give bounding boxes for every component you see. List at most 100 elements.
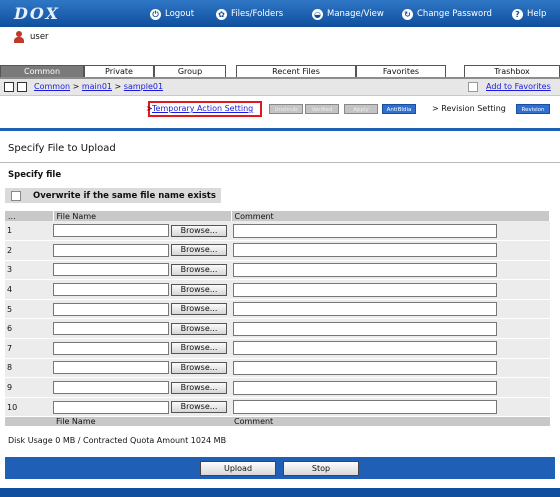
- page-title: Specify File to Upload: [8, 143, 116, 154]
- file-name-input[interactable]: [53, 400, 169, 414]
- file-cell: Browse...: [53, 221, 231, 242]
- bottom-action-bar: Upload Stop: [5, 457, 555, 479]
- browse-button[interactable]: Browse...: [171, 283, 227, 296]
- comment-cell: [231, 240, 550, 261]
- help-link[interactable]: ? Help: [512, 7, 546, 21]
- comment-cell: [231, 397, 550, 418]
- app-logo: DOX: [14, 4, 60, 23]
- browse-button[interactable]: Browse...: [171, 244, 227, 257]
- browse-button[interactable]: Browse...: [171, 361, 227, 374]
- file-name-input[interactable]: [53, 381, 169, 395]
- file-cell: Browse...: [53, 397, 231, 418]
- overwrite-option[interactable]: Overwrite if the same file name exists: [5, 188, 221, 203]
- file-cell: Browse...: [53, 338, 231, 359]
- chip-unshrub[interactable]: Unshrub: [269, 104, 303, 114]
- manage-view-link[interactable]: ◒ Manage/View: [312, 7, 384, 21]
- comment-cell: [231, 260, 550, 281]
- file-name-input[interactable]: [53, 361, 169, 375]
- table-row: 1 Browse...: [5, 221, 550, 242]
- comment-input[interactable]: [233, 400, 497, 415]
- browse-button[interactable]: Browse...: [171, 381, 227, 394]
- col-number: ...: [5, 211, 54, 221]
- comment-input[interactable]: [233, 321, 497, 336]
- files-folders-label: Files/Folders: [231, 9, 284, 19]
- browse-button[interactable]: Browse...: [171, 401, 227, 414]
- comment-input[interactable]: [233, 243, 497, 258]
- specify-file-label: Specify file: [8, 170, 62, 180]
- file-name-input[interactable]: [53, 224, 169, 238]
- comment-input[interactable]: [233, 282, 497, 297]
- table-row: 9 Browse...: [5, 377, 550, 398]
- file-name-input[interactable]: [53, 302, 169, 316]
- revision-setting-label: > Revision Setting: [432, 104, 506, 113]
- overwrite-label: Overwrite if the same file name exists: [33, 190, 216, 201]
- row-number: 4: [5, 279, 53, 300]
- file-name-input[interactable]: [53, 322, 169, 336]
- comment-cell: [231, 221, 550, 242]
- browse-button[interactable]: Browse...: [171, 224, 227, 237]
- col-comment: Comment: [231, 211, 550, 221]
- files-folders-link[interactable]: ✿ Files/Folders: [216, 7, 283, 21]
- breadcrumb-common[interactable]: Common: [34, 82, 70, 91]
- top-bar: DOX ⏻ Logout ✿ Files/Folders ◒ Manage/Vi…: [0, 0, 560, 27]
- footer-blank: [5, 416, 53, 428]
- chip-varified[interactable]: Varified: [305, 104, 339, 114]
- comment-input[interactable]: [233, 223, 497, 238]
- table-row: 2 Browse...: [5, 240, 550, 261]
- temporary-action-setting-link[interactable]: Temporary Action Setting: [152, 104, 253, 113]
- browse-button[interactable]: Browse...: [171, 322, 227, 335]
- add-favorites-icon[interactable]: [468, 82, 478, 92]
- folder-tree-icon[interactable]: [4, 82, 14, 92]
- chip-antibidia[interactable]: AntiBIdia: [382, 104, 416, 114]
- folder-view-icon[interactable]: [17, 82, 27, 92]
- row-number: 3: [5, 260, 53, 281]
- chip-apply[interactable]: Apply: [344, 104, 378, 114]
- breadcrumb-bar: Common > main01 > sample01 Add to Favori…: [0, 79, 560, 96]
- file-name-input[interactable]: [53, 263, 169, 277]
- breadcrumb-sample01[interactable]: sample01: [124, 82, 163, 91]
- file-cell: Browse...: [53, 299, 231, 320]
- comment-input[interactable]: [233, 380, 497, 395]
- manage-view-label: Manage/View: [327, 9, 384, 19]
- file-cell: Browse...: [53, 318, 231, 340]
- browse-button[interactable]: Browse...: [171, 342, 227, 355]
- breadcrumb-separator: >: [72, 82, 80, 91]
- table-row: 3 Browse...: [5, 260, 550, 281]
- browse-button[interactable]: Browse...: [171, 263, 227, 276]
- disk-usage: Disk Usage 0 MB / Contracted Quota Amoun…: [8, 436, 227, 445]
- footer-comment: Comment: [231, 416, 550, 428]
- logout-label: Logout: [165, 9, 195, 19]
- files-folders-icon: ✿: [216, 8, 227, 20]
- comment-cell: [231, 279, 550, 300]
- row-number: 7: [5, 338, 53, 359]
- table-row: 7 Browse...: [5, 338, 550, 359]
- browse-button[interactable]: Browse...: [171, 303, 227, 316]
- logout-link[interactable]: ⏻ Logout: [150, 7, 194, 21]
- file-name-input[interactable]: [53, 243, 169, 257]
- file-name-input[interactable]: [53, 341, 169, 355]
- file-cell: Browse...: [53, 260, 231, 281]
- file-cell: Browse...: [53, 358, 231, 379]
- table-row: 4 Browse...: [5, 279, 550, 300]
- stop-button[interactable]: Stop: [283, 461, 359, 476]
- overwrite-checkbox[interactable]: [11, 190, 21, 201]
- change-password-link[interactable]: ↻ Change Password: [402, 7, 492, 21]
- upload-button[interactable]: Upload: [200, 461, 276, 476]
- comment-input[interactable]: [233, 360, 497, 375]
- comment-cell: [231, 318, 550, 340]
- file-name-input[interactable]: [53, 283, 169, 297]
- divider: [0, 162, 560, 163]
- manage-view-icon: ◒: [312, 8, 323, 20]
- breadcrumb: Common > main01 > sample01: [34, 82, 163, 91]
- table-row: 5 Browse...: [5, 299, 550, 320]
- comment-cell: [231, 299, 550, 320]
- breadcrumb-main01[interactable]: main01: [82, 82, 112, 91]
- comment-cell: [231, 377, 550, 398]
- change-password-label: Change Password: [417, 9, 492, 19]
- comment-input[interactable]: [233, 341, 497, 356]
- chip-revision[interactable]: Revision: [516, 104, 550, 114]
- row-number: 2: [5, 240, 53, 261]
- add-to-favorites-link[interactable]: Add to Favorites: [486, 82, 551, 91]
- comment-input[interactable]: [233, 302, 497, 317]
- comment-input[interactable]: [233, 262, 497, 277]
